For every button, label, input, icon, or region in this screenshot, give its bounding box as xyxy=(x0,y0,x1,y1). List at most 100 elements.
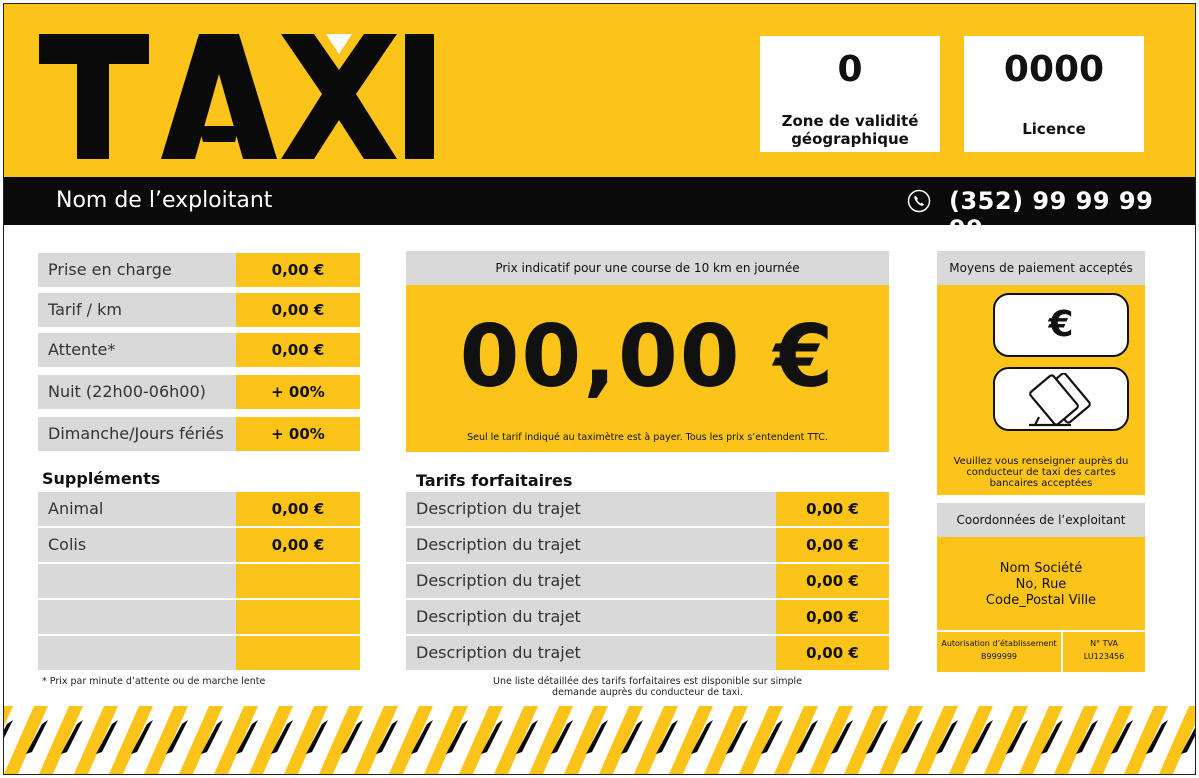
stripe-yellow xyxy=(704,706,748,774)
tarif-value: + 00% xyxy=(236,375,360,409)
stripe-yellow xyxy=(809,706,853,774)
authorisation-box: Autorisation d’établissement B999999 xyxy=(937,632,1061,672)
supplement-row xyxy=(38,564,360,598)
payment-heading: Moyens de paiement acceptés xyxy=(937,251,1145,285)
tarif-row: Attente* 0,00 € xyxy=(38,333,360,367)
tarif-row: Dimanche/Jours fériés + 00% xyxy=(38,417,360,451)
licence-box: 0000 Licence xyxy=(964,36,1144,152)
operator-bar: Nom de l’exploitant (352) 99 99 99 99 xyxy=(4,177,1195,243)
zone-value: 0 xyxy=(837,49,863,90)
price-heading: Prix indicatif pour une course de 10 km … xyxy=(406,251,889,285)
forfaits-note: Une liste détaillée des tarifs forfaitai… xyxy=(406,676,889,698)
tarif-row: Tarif / km 0,00 € xyxy=(38,293,360,327)
forfait-label: Description du trajet xyxy=(406,636,776,670)
tarif-label: Nuit (22h00-06h00) xyxy=(38,375,236,409)
stripe-yellow xyxy=(389,706,433,774)
price-panel: 00,00 € Seul le tarif indiqué au taximèt… xyxy=(406,285,889,452)
vat-value: LU123456 xyxy=(1083,652,1125,661)
stripe-yellow xyxy=(844,706,888,774)
forfait-row: Description du trajet 0,00 € xyxy=(406,636,889,670)
forfait-label: Description du trajet xyxy=(406,564,776,598)
forfait-row: Description du trajet 0,00 € xyxy=(406,492,889,526)
supplement-label xyxy=(38,636,236,670)
stripe-yellow xyxy=(494,706,538,774)
stripe-yellow xyxy=(1054,706,1098,774)
operator-name: Nom de l’exploitant xyxy=(56,188,273,213)
forfait-label: Description du trajet xyxy=(406,528,776,562)
price-note: Seul le tarif indiqué au taximètre est à… xyxy=(467,432,828,443)
stripe-yellow xyxy=(914,706,958,774)
stripe-yellow xyxy=(214,706,258,774)
stripe-yellow xyxy=(1124,706,1168,774)
forfaits-note-line2: demande auprès du conducteur de taxi. xyxy=(552,687,743,698)
forfait-value: 0,00 € xyxy=(776,564,889,598)
payment-note: Veuillez vous renseigner auprès du condu… xyxy=(953,456,1129,489)
authorisation-label: Autorisation d’établissement xyxy=(941,639,1057,648)
forfait-value: 0,00 € xyxy=(776,636,889,670)
tarif-value: + 00% xyxy=(236,417,360,451)
supplements-title: Suppléments xyxy=(42,469,161,488)
licence-label: Licence xyxy=(1022,120,1086,138)
tarif-value: 0,00 € xyxy=(236,253,360,287)
stripe-yellow xyxy=(529,706,573,774)
authorisation-value: B999999 xyxy=(980,652,1018,661)
stripe-yellow xyxy=(564,706,608,774)
vat-label: N° TVA xyxy=(1090,639,1118,648)
supplement-row: Colis 0,00 € xyxy=(38,528,360,562)
stripe-yellow xyxy=(599,706,643,774)
stripe-yellow xyxy=(179,706,223,774)
supplement-value xyxy=(236,636,360,670)
header: 0 Zone de validité géographique 0000 Lic… xyxy=(4,4,1195,177)
zone-label: Zone de validité géographique xyxy=(781,112,919,148)
forfaits-title: Tarifs forfaitaires xyxy=(416,471,573,490)
stripe-yellow xyxy=(739,706,783,774)
taxi-logo xyxy=(39,34,434,159)
forfait-row: Description du trajet 0,00 € xyxy=(406,528,889,562)
forfait-row: Description du trajet 0,00 € xyxy=(406,600,889,634)
stripe-yellow xyxy=(984,706,1028,774)
stripe-yellow xyxy=(459,706,503,774)
tarif-row: Nuit (22h00-06h00) + 00% xyxy=(38,375,360,409)
stripe-yellow xyxy=(109,706,153,774)
stripe-yellow xyxy=(249,706,293,774)
stripe-yellow xyxy=(1089,706,1133,774)
forfait-row: Description du trajet 0,00 € xyxy=(406,564,889,598)
tarif-row: Prise en charge 0,00 € xyxy=(38,253,360,287)
supplement-label: Colis xyxy=(38,528,236,562)
stripe-yellow xyxy=(879,706,923,774)
tarif-value: 0,00 € xyxy=(236,293,360,327)
stripe-yellow xyxy=(424,706,468,774)
address-panel: Nom Société No, Rue Code_Postal Ville xyxy=(937,537,1145,630)
stripe-yellow xyxy=(354,706,398,774)
supplement-value: 0,00 € xyxy=(236,528,360,562)
supplement-label xyxy=(38,600,236,634)
stripe-yellow xyxy=(4,706,48,774)
supplement-row xyxy=(38,600,360,634)
supplement-row xyxy=(38,636,360,670)
stripe-yellow xyxy=(949,706,993,774)
supplement-value xyxy=(236,564,360,598)
supplement-value xyxy=(236,600,360,634)
stripe-yellow xyxy=(284,706,328,774)
stripe-yellow xyxy=(319,706,363,774)
stripe-yellow xyxy=(1019,706,1063,774)
stripe-yellow xyxy=(669,706,713,774)
zone-box: 0 Zone de validité géographique xyxy=(760,36,940,152)
stripe-yellow xyxy=(74,706,118,774)
phone-number[interactable]: (352) 99 99 99 99 xyxy=(949,187,1195,243)
tarif-label: Prise en charge xyxy=(38,253,236,287)
forfait-value: 0,00 € xyxy=(776,600,889,634)
supplement-label: Animal xyxy=(38,492,236,526)
forfait-label: Description du trajet xyxy=(406,600,776,634)
vat-box: N° TVA LU123456 xyxy=(1063,632,1145,672)
supplement-row: Animal 0,00 € xyxy=(38,492,360,526)
taxi-tariff-sheet: 0 Zone de validité géographique 0000 Lic… xyxy=(3,3,1196,775)
tarif-label: Tarif / km xyxy=(38,293,236,327)
euro-cash-icon: € xyxy=(993,293,1129,357)
forfait-value: 0,00 € xyxy=(776,492,889,526)
card-payment-box xyxy=(993,367,1129,431)
forfait-value: 0,00 € xyxy=(776,528,889,562)
supplement-label xyxy=(38,564,236,598)
phone-icon xyxy=(907,189,931,213)
forfaits-note-line1: Une liste détaillée des tarifs forfaitai… xyxy=(493,676,802,687)
